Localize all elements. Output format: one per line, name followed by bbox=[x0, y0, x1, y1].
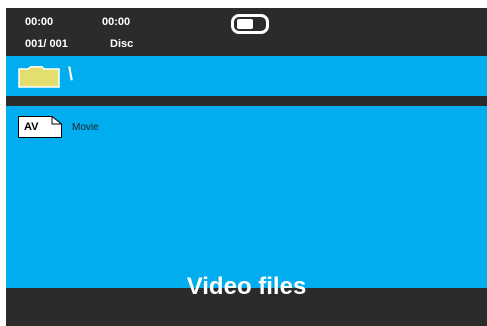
total-time: 00:00 bbox=[102, 16, 131, 28]
current-path: \ bbox=[68, 64, 74, 84]
separator-band bbox=[6, 96, 487, 106]
status-bar: 00:00 00:00 001/ 001 Disc bbox=[6, 8, 487, 56]
playback-indicator-icon bbox=[231, 14, 269, 34]
media-player-screen: 00:00 00:00 001/ 001 Disc \ AV Movie Vid… bbox=[6, 8, 487, 326]
file-type-label: AV bbox=[24, 121, 39, 133]
elapsed-time: 00:00 bbox=[25, 16, 54, 28]
list-item[interactable]: AV Movie bbox=[18, 116, 138, 140]
track-counter: 001/ 001 bbox=[25, 38, 68, 50]
media-source-label: Disc bbox=[110, 38, 134, 50]
playback-indicator-fill bbox=[237, 19, 253, 29]
folder-icon[interactable] bbox=[18, 66, 60, 88]
category-caption: Video files bbox=[186, 273, 307, 300]
file-list: AV Movie bbox=[6, 106, 487, 288]
file-name: Movie bbox=[72, 122, 99, 133]
path-bar[interactable]: \ bbox=[6, 56, 487, 96]
